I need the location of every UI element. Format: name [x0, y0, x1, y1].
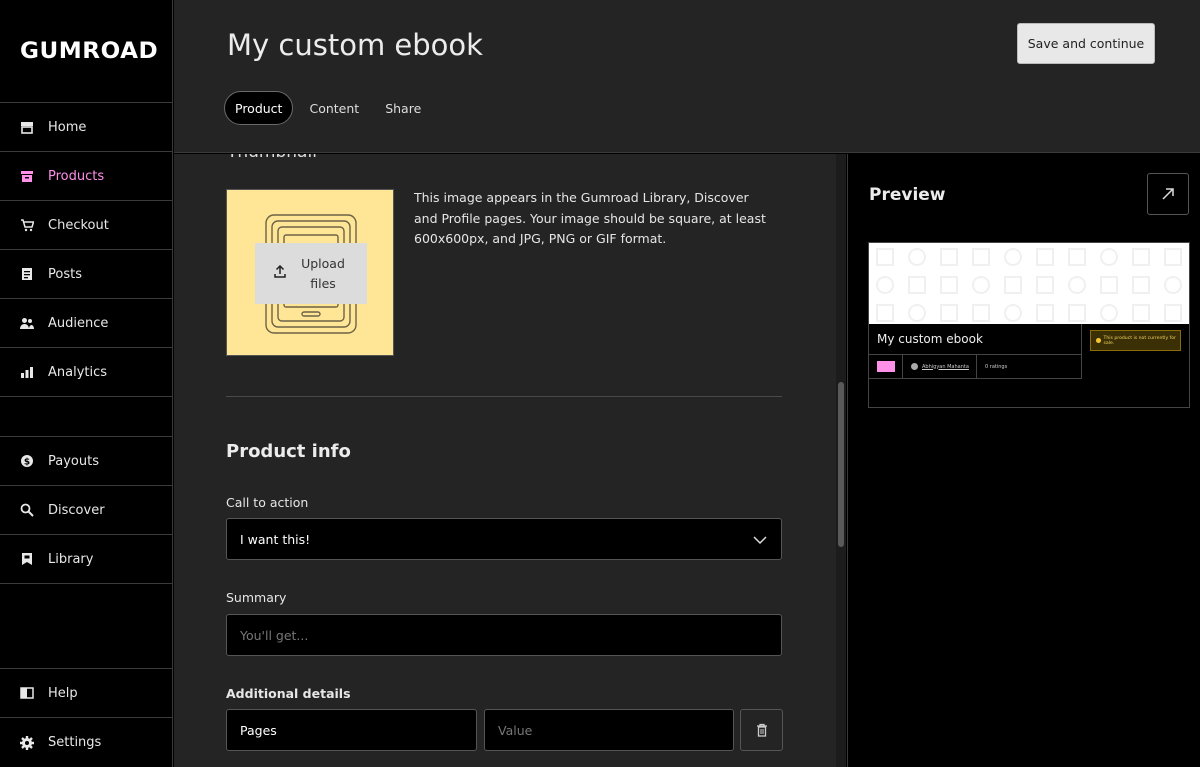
sidebar-item-library[interactable]: Library — [0, 535, 172, 584]
sidebar-item-home[interactable]: Home — [0, 103, 172, 152]
notice-text: This product is not currently for sale. — [1103, 335, 1176, 346]
card-cover-image — [869, 243, 1189, 324]
chevron-down-icon — [753, 533, 767, 548]
tab-share[interactable]: Share — [375, 91, 431, 125]
preview-product-card: My custom ebook Abhigyan Mahanta 0 ratin… — [868, 242, 1190, 408]
sidebar-item-label: Products — [48, 168, 105, 184]
sidebar-item-label: Help — [48, 685, 78, 701]
logo-text: GUMROAD — [20, 38, 159, 64]
sidebar-item-label: Settings — [48, 735, 102, 750]
product-info-heading: Product info — [226, 441, 351, 462]
cart-icon — [20, 218, 34, 232]
sidebar-item-label: Posts — [48, 266, 82, 282]
card-info: My custom ebook Abhigyan Mahanta 0 ratin… — [869, 324, 1082, 379]
bookmark-icon — [20, 552, 34, 566]
gear-icon — [20, 735, 34, 750]
tab-product[interactable]: Product — [224, 91, 294, 125]
author-name: Abhigyan Mahanta — [922, 363, 969, 370]
sidebar: GUMROAD Home Products Checkout Posts Aud… — [0, 0, 173, 767]
thumbnail-dropzone[interactable]: Upload files — [226, 189, 394, 356]
sidebar-item-label: Audience — [48, 315, 109, 331]
sidebar-item-label: Library — [48, 551, 94, 567]
sidebar-spacer — [0, 397, 172, 437]
search-icon — [20, 503, 34, 517]
sidebar-item-label: Checkout — [48, 217, 109, 233]
sidebar-item-discover[interactable]: Discover — [0, 486, 172, 535]
detail-name-value: Pages — [240, 722, 277, 738]
page-title: My custom ebook — [227, 28, 483, 62]
store-icon — [20, 120, 34, 134]
upload-label: Upload files — [301, 255, 345, 291]
sidebar-item-label: Home — [48, 119, 87, 135]
scrollbar-thumb[interactable] — [838, 382, 844, 547]
not-for-sale-notice: This product is not currently for sale. — [1090, 330, 1181, 351]
detail-name-input[interactable]: Pages — [226, 709, 477, 751]
card-author: Abhigyan Mahanta — [903, 354, 977, 379]
call-to-action-label: Call to action — [226, 495, 309, 510]
preview-panel: Preview My custom ebook Abhigyan Mahanta… — [847, 154, 1200, 767]
detail-value-placeholder: Value — [498, 722, 533, 738]
warning-icon — [1096, 338, 1101, 343]
sidebar-item-analytics[interactable]: Analytics — [0, 348, 172, 397]
save-and-continue-button[interactable]: Save and continue — [1017, 23, 1155, 64]
archive-icon — [20, 169, 34, 183]
price-tag — [869, 354, 903, 379]
sidebar-item-checkout[interactable]: Checkout — [0, 201, 172, 250]
sidebar-item-products[interactable]: Products — [0, 152, 172, 201]
preview-heading: Preview — [869, 185, 946, 205]
gumroad-logo[interactable]: GUMROAD — [0, 0, 172, 103]
product-editor: Thumbnail Upload files This image appear… — [174, 154, 846, 767]
call-to-action-select[interactable]: I want this! — [226, 518, 782, 560]
sidebar-item-label: Payouts — [48, 453, 99, 469]
sidebar-item-label: Discover — [48, 502, 105, 518]
card-meta: Abhigyan Mahanta 0 ratings — [869, 354, 1081, 379]
cover-pattern-icon — [876, 248, 1182, 322]
book-icon — [20, 686, 34, 700]
avatar — [911, 363, 918, 370]
trash-icon — [756, 723, 767, 737]
editor-scrollbar[interactable] — [836, 154, 846, 767]
page-header: My custom ebook Save and continue Produc… — [174, 0, 1200, 153]
sidebar-item-payouts[interactable]: $ Payouts — [0, 437, 172, 486]
card-ratings: 0 ratings — [985, 363, 1008, 370]
svg-text:$: $ — [24, 458, 30, 468]
section-divider — [226, 396, 782, 397]
tab-bar: Product Content Share — [224, 91, 431, 125]
delete-detail-button[interactable] — [740, 709, 783, 751]
dollar-circle-icon: $ — [20, 454, 34, 468]
card-product-name: My custom ebook — [869, 324, 1081, 355]
sidebar-item-label: Analytics — [48, 364, 108, 380]
sidebar-bottom: Help Settings — [0, 668, 172, 767]
thumbnail-heading: Thumbnail — [227, 154, 317, 162]
people-icon — [20, 316, 34, 330]
sidebar-item-settings[interactable]: Settings — [0, 718, 172, 767]
card-purchase-area: This product is not currently for sale. — [1082, 324, 1189, 379]
card-body: My custom ebook Abhigyan Mahanta 0 ratin… — [869, 324, 1189, 379]
sidebar-item-audience[interactable]: Audience — [0, 299, 172, 348]
upload-files-button[interactable]: Upload files — [255, 243, 367, 304]
sidebar-item-posts[interactable]: Posts — [0, 250, 172, 299]
bar-chart-icon — [20, 365, 34, 379]
upload-icon — [274, 264, 286, 284]
tab-content[interactable]: Content — [299, 91, 369, 125]
thumbnail-description: This image appears in the Gumroad Librar… — [414, 190, 766, 246]
sidebar-item-help[interactable]: Help — [0, 669, 172, 718]
summary-placeholder: You'll get... — [240, 627, 309, 643]
open-preview-button[interactable] — [1147, 173, 1189, 215]
call-to-action-value: I want this! — [240, 531, 311, 547]
summary-label: Summary — [226, 590, 287, 605]
additional-details-label: Additional details — [226, 686, 351, 701]
detail-value-input[interactable]: Value — [484, 709, 734, 751]
summary-input[interactable]: You'll get... — [226, 614, 782, 656]
document-icon — [20, 267, 34, 281]
arrow-up-right-icon — [1162, 188, 1174, 200]
